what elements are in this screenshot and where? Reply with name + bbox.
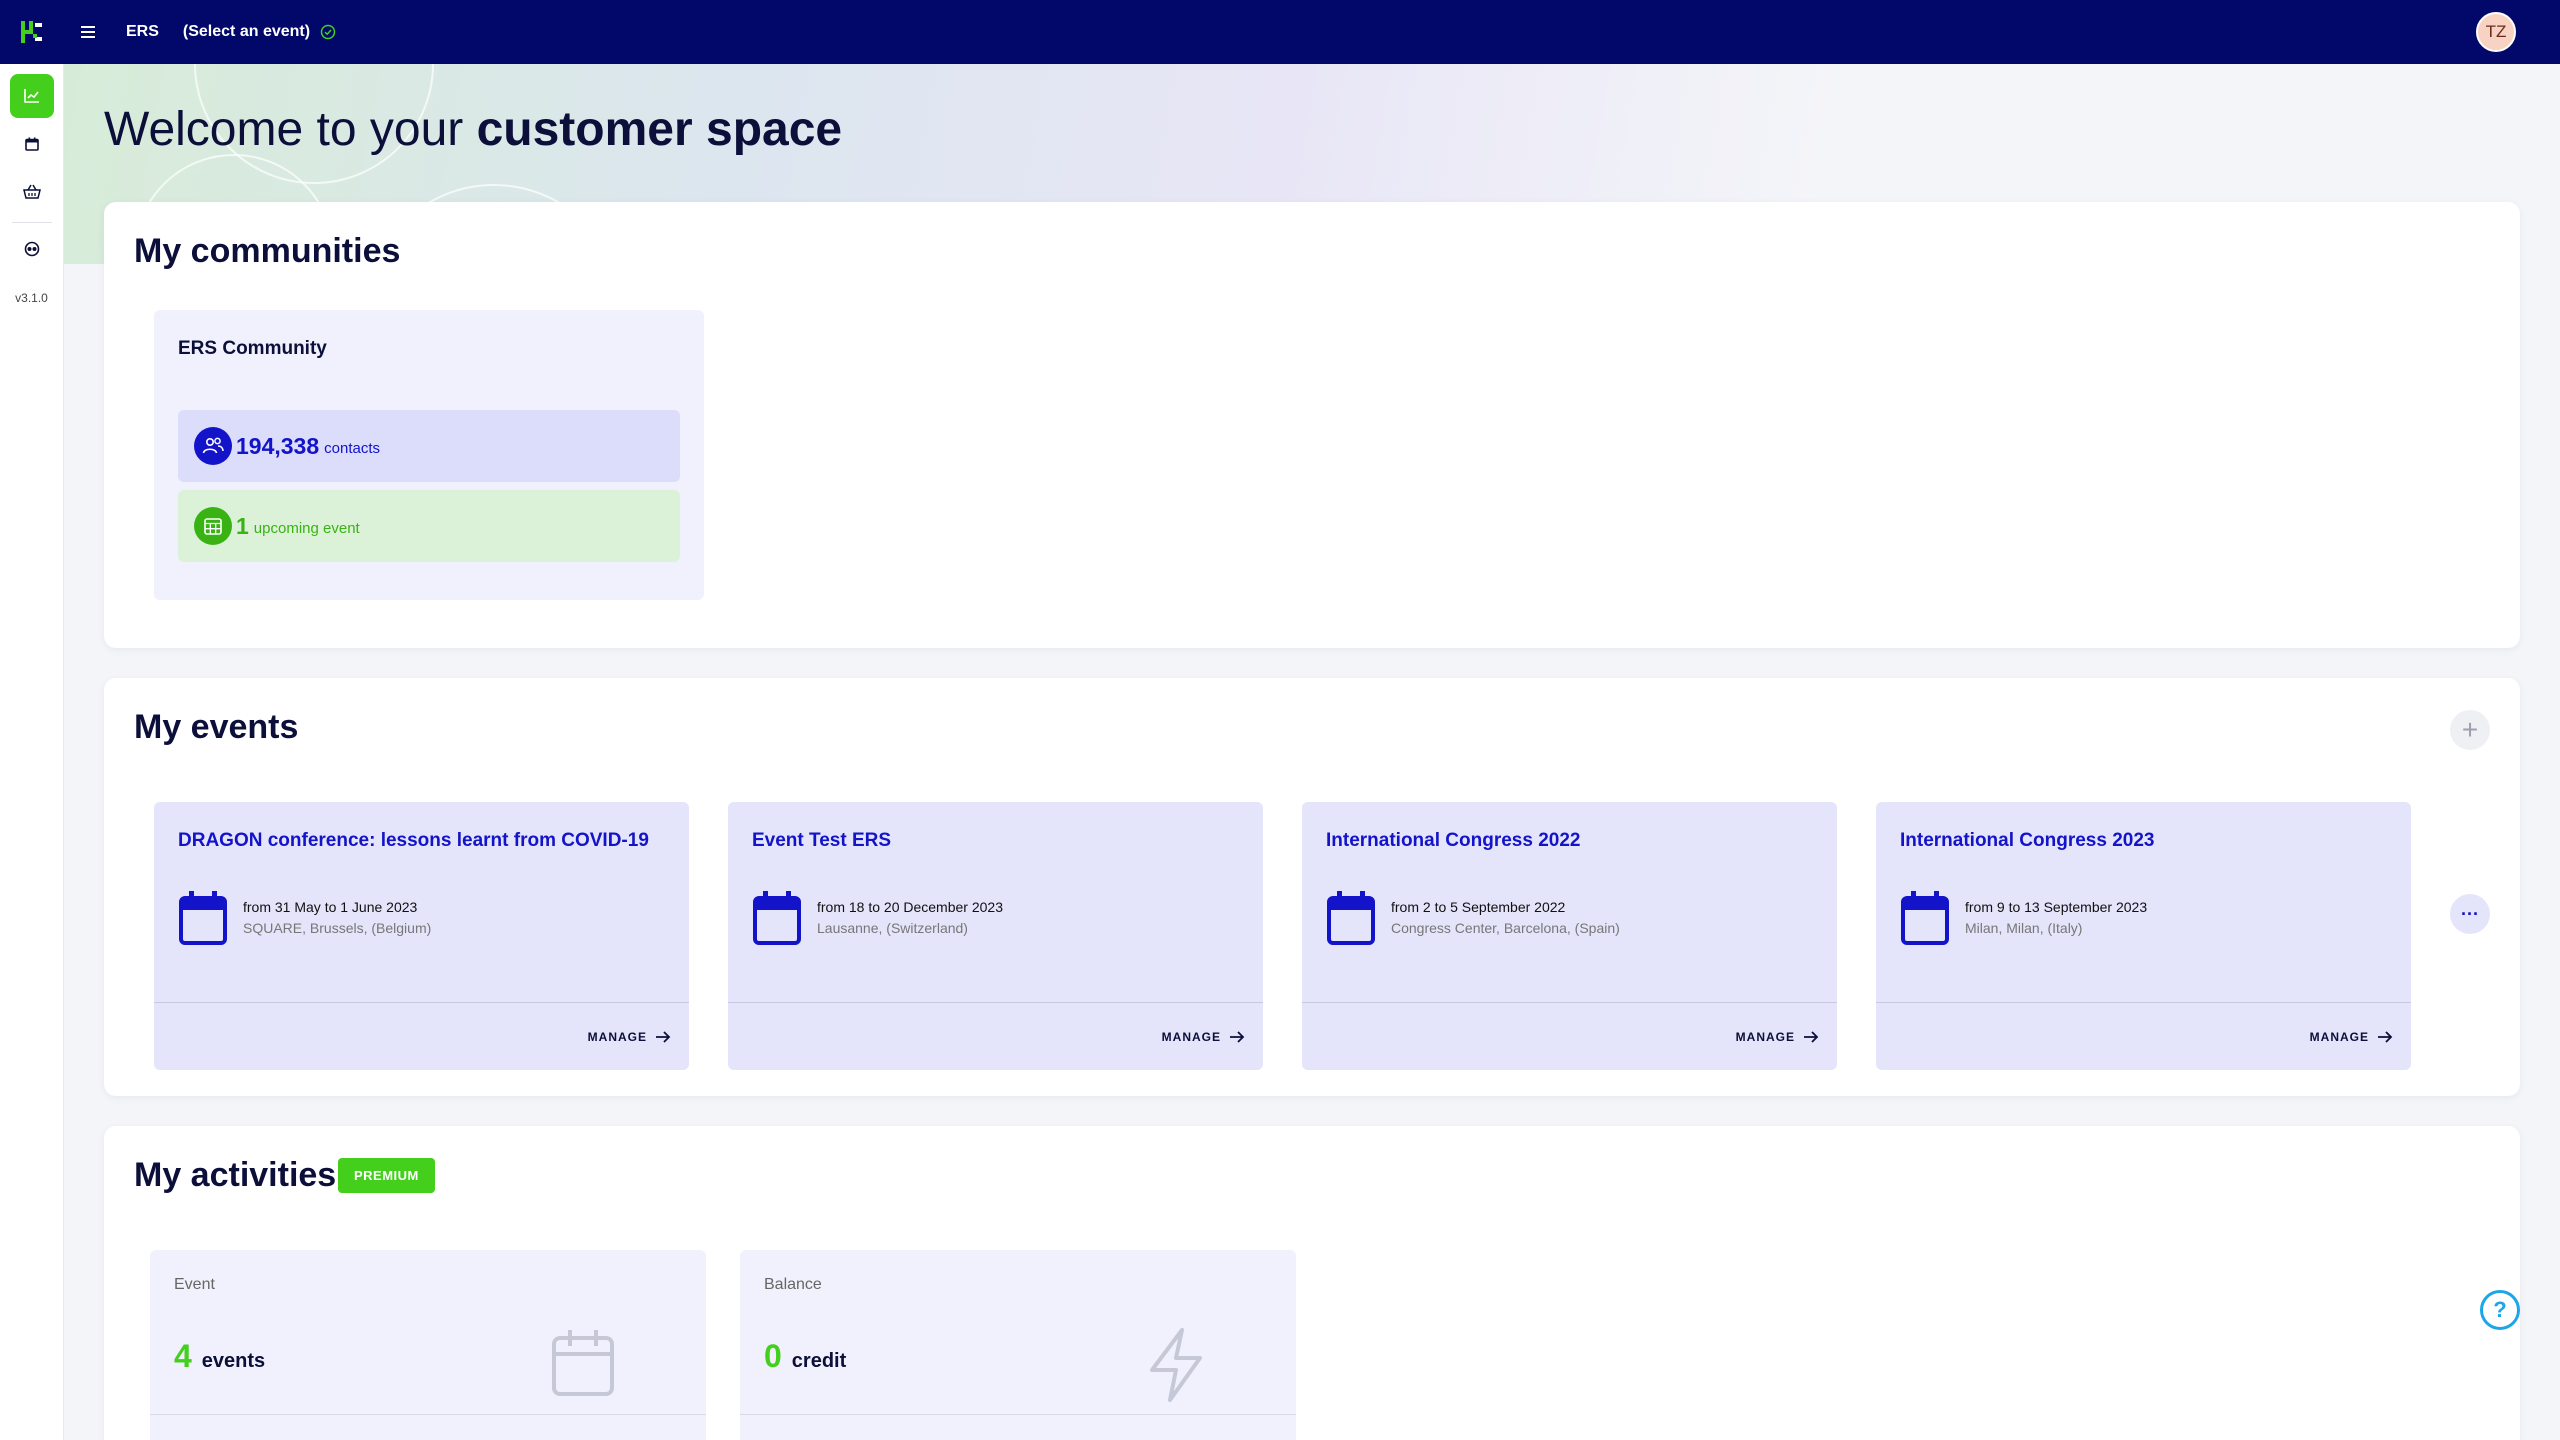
manage-label: MANAGE <box>1161 1030 1221 1044</box>
event-title[interactable]: DRAGON conference: lessons learnt from C… <box>178 830 649 852</box>
event-divider <box>154 1002 689 1003</box>
page-title-prefix: Welcome to your <box>104 103 477 156</box>
activity-unit: credit <box>791 1350 847 1372</box>
arrow-right-icon <box>1804 1031 1819 1043</box>
activity-label: Balance <box>764 1276 822 1293</box>
lightning-icon <box>1150 1328 1202 1402</box>
arrow-right-icon <box>656 1031 671 1043</box>
manage-label: MANAGE <box>587 1030 647 1044</box>
sidebar-divider <box>11 222 52 223</box>
activity-divider <box>740 1414 1296 1415</box>
people-icon <box>194 427 232 465</box>
hamburger-icon <box>81 26 95 38</box>
top-bar: ERS (Select an event) TZ <box>0 0 2560 64</box>
event-divider <box>728 1002 1263 1003</box>
event-location: Congress Center, Barcelona, (Spain) <box>1391 920 1620 936</box>
communities-title: My communities <box>134 232 401 270</box>
activities-card: My activities PREMIUM Event 4 events Bal… <box>104 1126 2520 1440</box>
app-logo[interactable] <box>0 0 64 64</box>
activity-label: Event <box>174 1276 215 1293</box>
calendar-icon <box>24 137 39 151</box>
activity-card-balance[interactable]: Balance 0 credit <box>740 1250 1296 1440</box>
event-divider <box>1302 1002 1837 1003</box>
support-icon <box>24 241 39 257</box>
event-card[interactable]: International Congress 2023 from 9 to 13… <box>1876 802 2411 1070</box>
manage-label: MANAGE <box>2309 1030 2369 1044</box>
activity-number: 0 <box>764 1338 782 1374</box>
app-version: v3.1.0 <box>15 291 48 305</box>
contacts-count: 194,338 <box>236 432 320 459</box>
contacts-stat[interactable]: 194,338 contacts <box>178 410 680 482</box>
more-events-button[interactable]: ··· <box>2450 894 2490 934</box>
contacts-label: contacts <box>324 439 381 457</box>
activity-divider <box>150 1414 706 1415</box>
basket-icon <box>22 184 41 199</box>
manage-event-button[interactable]: MANAGE <box>588 1030 671 1044</box>
event-selector-label: (Select an event) <box>182 23 311 40</box>
help-button[interactable]: ? <box>2480 1290 2520 1330</box>
event-location: Milan, Milan, (Italy) <box>1965 920 2083 936</box>
calendar-icon <box>1327 891 1375 945</box>
manage-label: MANAGE <box>1735 1030 1795 1044</box>
calendar-icon <box>753 891 801 945</box>
menu-toggle-button[interactable] <box>64 0 112 64</box>
sidebar-item-shop[interactable] <box>10 170 54 214</box>
add-event-button[interactable]: + <box>2450 710 2490 750</box>
activity-value: 4 events <box>174 1338 265 1375</box>
event-card[interactable]: DRAGON conference: lessons learnt from C… <box>154 802 689 1070</box>
events-title: My events <box>134 708 299 746</box>
upcoming-count: 1 <box>236 512 249 539</box>
manage-event-button[interactable]: MANAGE <box>2310 1030 2393 1044</box>
sidebar-item-events[interactable] <box>10 122 54 166</box>
manage-event-button[interactable]: MANAGE <box>1162 1030 1245 1044</box>
event-location: Lausanne, (Switzerland) <box>817 920 968 936</box>
arrow-right-icon <box>1230 1031 1245 1043</box>
event-location: SQUARE, Brussels, (Belgium) <box>243 920 432 936</box>
calendar-icon <box>1901 891 1949 945</box>
sidebar-item-dashboard[interactable] <box>9 74 54 118</box>
event-dates: from 9 to 13 September 2023 <box>1965 899 2148 915</box>
calendar-icon <box>552 1330 614 1396</box>
event-title[interactable]: International Congress 2023 <box>1900 830 2154 852</box>
event-dates: from 31 May to 1 June 2023 <box>243 899 418 915</box>
calendar-grid-icon <box>194 507 232 545</box>
main-content: Welcome to your customer space My commun… <box>64 64 2560 1440</box>
page-title: Welcome to your customer space <box>104 102 842 157</box>
calendar-icon <box>179 891 227 945</box>
activity-card-events[interactable]: Event 4 events <box>150 1250 706 1440</box>
event-divider <box>1876 1002 2411 1003</box>
event-selector[interactable]: (Select an event) <box>183 23 336 41</box>
events-card: My events + DRAGON conference: lessons l… <box>104 678 2520 1096</box>
event-dates: from 18 to 20 December 2023 <box>817 899 1003 915</box>
event-card[interactable]: International Congress 2022 from 2 to 5 … <box>1302 802 1837 1070</box>
event-card[interactable]: Event Test ERS from 18 to 20 December 20… <box>728 802 1263 1070</box>
premium-badge: PREMIUM <box>338 1158 435 1193</box>
activities-title: My activities <box>134 1156 337 1194</box>
app-name: ERS <box>126 23 159 40</box>
check-circle-icon <box>320 24 336 40</box>
chart-icon <box>23 89 39 103</box>
logo-icon <box>21 21 42 43</box>
communities-card: My communities ERS Community 194,338 con… <box>104 202 2520 648</box>
sidebar-item-support[interactable] <box>10 227 54 271</box>
event-dates: from 2 to 5 September 2022 <box>1391 899 1566 915</box>
activity-number: 4 <box>174 1338 192 1374</box>
arrow-right-icon <box>2378 1031 2393 1043</box>
community-name: ERS Community <box>178 338 327 359</box>
upcoming-label: upcoming event <box>253 519 360 537</box>
manage-event-button[interactable]: MANAGE <box>1736 1030 1819 1044</box>
sidebar: v3.1.0 <box>0 64 64 1440</box>
user-avatar[interactable]: TZ <box>2476 12 2516 52</box>
event-title[interactable]: Event Test ERS <box>752 830 891 852</box>
activity-value: 0 credit <box>764 1338 846 1375</box>
upcoming-events-stat[interactable]: 1 upcoming event <box>178 490 680 562</box>
event-title[interactable]: International Congress 2022 <box>1326 830 1580 852</box>
activity-unit: events <box>201 1350 266 1372</box>
page-title-emphasis: customer space <box>476 103 843 156</box>
community-card[interactable]: ERS Community 194,338 contacts 1 upcomin… <box>154 310 704 600</box>
